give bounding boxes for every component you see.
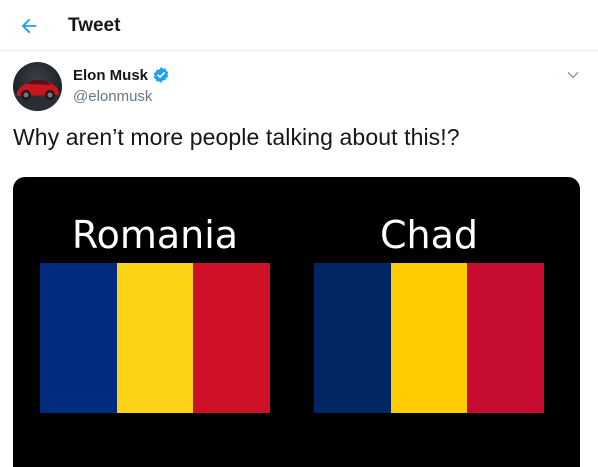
flag-stripe <box>390 263 468 413</box>
car-avatar-image <box>13 80 62 111</box>
flag-stripe <box>193 263 271 413</box>
page-title: Tweet <box>68 15 121 36</box>
flag-chad <box>314 263 545 413</box>
back-button[interactable] <box>12 9 46 43</box>
avatar[interactable] <box>13 62 62 111</box>
flag-label-romania: Romania <box>71 213 239 257</box>
top-bar: Tweet <box>0 0 598 51</box>
flag-stripe <box>116 263 194 413</box>
verified-badge-icon <box>152 66 170 84</box>
arrow-left-icon <box>21 18 37 34</box>
author-name[interactable]: Elon Musk <box>73 66 170 84</box>
flag-label-chad: Chad <box>379 213 479 257</box>
more-options-button[interactable] <box>562 64 584 86</box>
chevron-down-icon <box>567 71 579 79</box>
flag-stripe <box>467 263 545 413</box>
author-name-text: Elon Musk <box>73 66 149 84</box>
flag-romania <box>40 263 271 413</box>
author-handle[interactable]: @elonmusk <box>73 88 152 105</box>
flag-stripe <box>40 263 117 413</box>
flag-stripe <box>314 263 391 413</box>
tweet-media-image[interactable]: Romania Chad <box>13 177 580 467</box>
tweet-text: Why aren’t more people talking about thi… <box>13 124 460 150</box>
